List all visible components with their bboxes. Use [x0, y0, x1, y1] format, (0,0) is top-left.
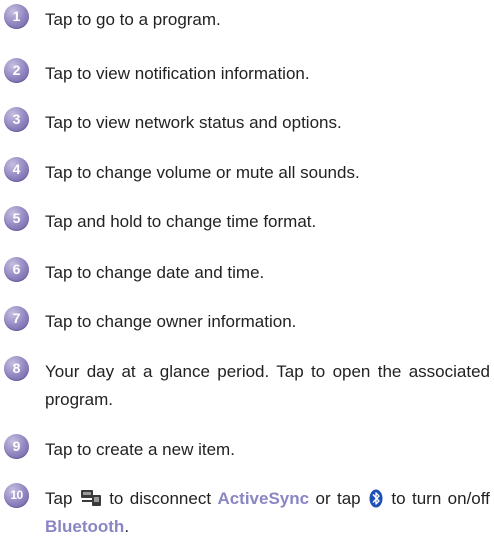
item-text: Tap to change volume or mute all sounds. — [45, 163, 360, 182]
item-text: Tap to view network status and options. — [45, 113, 342, 132]
period: . — [124, 517, 130, 536]
number-badge: 3 — [4, 107, 29, 132]
item-text: Tap to go to a program. — [45, 10, 221, 29]
activesync-icon — [80, 490, 101, 506]
activesync-label: ActiveSync — [217, 489, 310, 508]
tap-label: Tap — [45, 489, 73, 508]
disconnect-text: to disconnect — [109, 489, 212, 508]
bluetooth-label: Bluetooth — [45, 517, 125, 536]
item-text: Tap to view notification information. — [45, 64, 310, 83]
number-badge: 2 — [4, 58, 29, 83]
number-badge: 9 — [4, 434, 29, 459]
number-badge: 6 — [4, 257, 29, 282]
number-badge: 10 — [4, 483, 29, 508]
item-text: Tap to disconnect ActiveSync or tap to t… — [45, 485, 490, 541]
item-text: Tap to change date and time. — [45, 263, 265, 282]
number-badge: 7 — [4, 306, 29, 331]
item-text: Tap to change owner information. — [45, 312, 297, 331]
or-tap-text: or tap — [315, 489, 361, 508]
item-text: Tap to create a new item. — [45, 440, 235, 459]
number-badge: 1 — [4, 4, 29, 29]
item-text: Tap and hold to change time format. — [45, 212, 317, 231]
bluetooth-icon — [369, 489, 383, 508]
number-badge: 5 — [4, 206, 29, 231]
item-text: Your day at a glance period. Tap to open… — [45, 362, 490, 409]
number-badge: 4 — [4, 157, 29, 182]
number-badge: 8 — [4, 356, 29, 381]
turn-on-off-text: to turn on/off — [391, 489, 490, 508]
